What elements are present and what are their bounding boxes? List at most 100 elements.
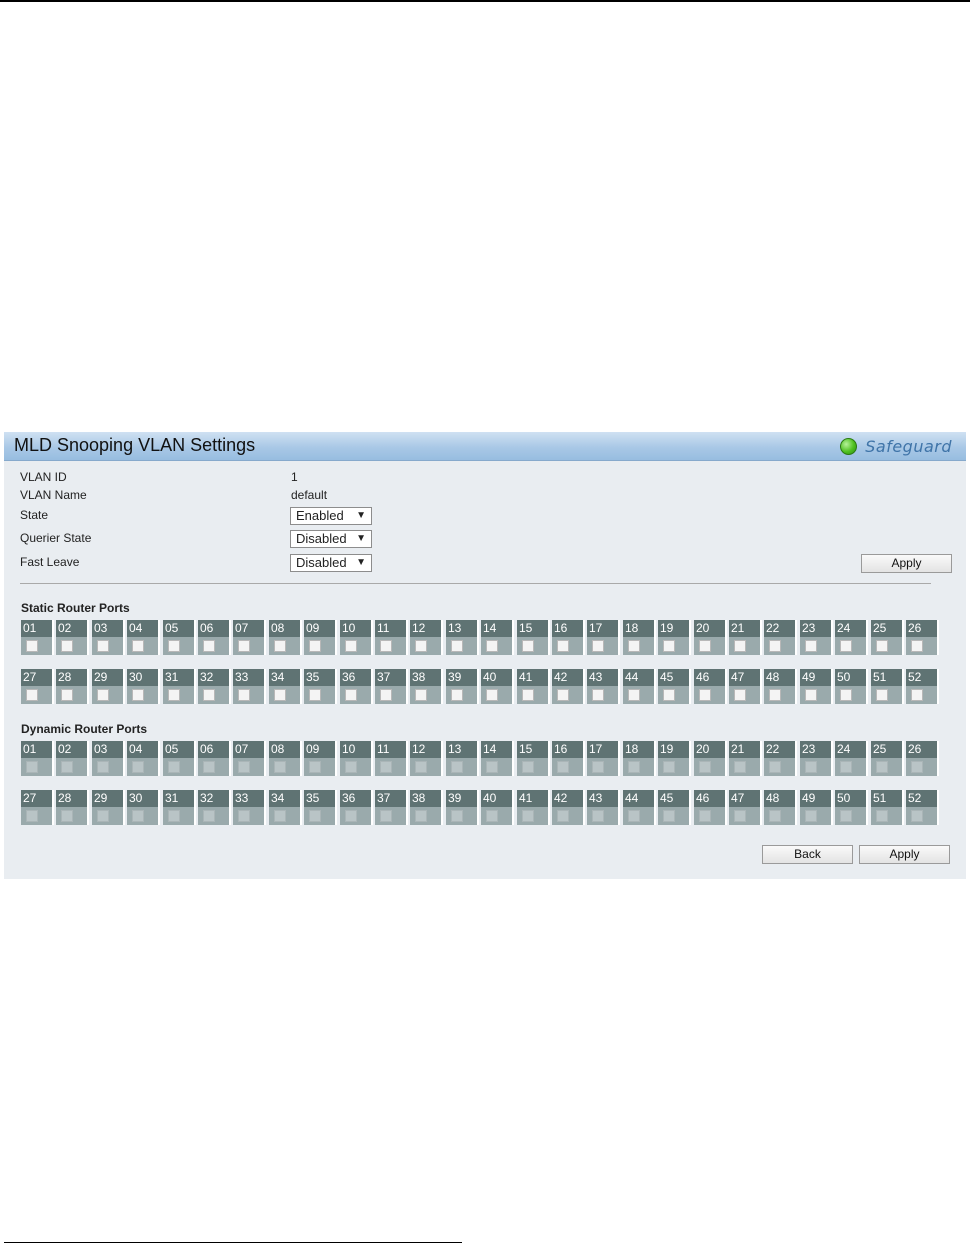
port-number: 11: [375, 620, 408, 637]
port-cell: 27: [21, 790, 54, 825]
port-checkbox[interactable]: [769, 689, 781, 701]
port-checkbox-cell: [906, 686, 939, 704]
fast-leave-select[interactable]: Disabled ▼: [290, 554, 372, 572]
port-checkbox[interactable]: [380, 640, 392, 652]
port-checkbox-cell: [375, 758, 408, 776]
port-number: 34: [269, 669, 302, 686]
port-checkbox[interactable]: [911, 640, 923, 652]
port-checkbox[interactable]: [840, 689, 852, 701]
port-checkbox-cell: [694, 686, 727, 704]
port-number: 42: [552, 790, 585, 807]
port-checkbox[interactable]: [203, 689, 215, 701]
back-button[interactable]: Back: [762, 845, 853, 864]
port-checkbox-cell: [729, 758, 762, 776]
port-number: 20: [694, 620, 727, 637]
port-checkbox[interactable]: [805, 689, 817, 701]
port-checkbox[interactable]: [132, 689, 144, 701]
port-checkbox: [592, 810, 604, 822]
port-checkbox-cell: [304, 637, 337, 655]
port-checkbox: [628, 761, 640, 773]
dynamic-router-ports-title: Dynamic Router Ports: [21, 722, 148, 736]
divider: [20, 583, 931, 584]
port-checkbox[interactable]: [451, 689, 463, 701]
port-checkbox[interactable]: [274, 689, 286, 701]
port-checkbox[interactable]: [168, 640, 180, 652]
port-number: 43: [587, 669, 620, 686]
port-checkbox[interactable]: [345, 689, 357, 701]
port-checkbox: [557, 761, 569, 773]
port-number: 38: [410, 790, 443, 807]
port-checkbox[interactable]: [309, 689, 321, 701]
port-checkbox: [345, 810, 357, 822]
port-checkbox[interactable]: [734, 689, 746, 701]
port-checkbox[interactable]: [840, 640, 852, 652]
port-checkbox[interactable]: [734, 640, 746, 652]
apply-top-button[interactable]: Apply: [861, 554, 952, 573]
port-checkbox[interactable]: [238, 640, 250, 652]
port-checkbox[interactable]: [522, 689, 534, 701]
querier-state-select[interactable]: Disabled ▼: [290, 530, 372, 548]
port-cell: 14: [481, 620, 514, 655]
port-number: 38: [410, 669, 443, 686]
port-number: 12: [410, 620, 443, 637]
port-checkbox[interactable]: [380, 689, 392, 701]
port-checkbox[interactable]: [522, 640, 534, 652]
port-checkbox[interactable]: [557, 689, 569, 701]
port-checkbox: [61, 761, 73, 773]
port-checkbox[interactable]: [628, 640, 640, 652]
port-checkbox[interactable]: [26, 640, 38, 652]
port-checkbox[interactable]: [415, 689, 427, 701]
port-checkbox-cell: [694, 637, 727, 655]
port-checkbox[interactable]: [592, 689, 604, 701]
port-checkbox[interactable]: [345, 640, 357, 652]
port-checkbox-cell: [269, 758, 302, 776]
port-checkbox[interactable]: [486, 640, 498, 652]
port-checkbox[interactable]: [699, 689, 711, 701]
safeguard-indicator[interactable]: Safeguard: [840, 436, 952, 456]
port-checkbox[interactable]: [309, 640, 321, 652]
port-checkbox[interactable]: [628, 689, 640, 701]
port-checkbox[interactable]: [168, 689, 180, 701]
port-cell: 52: [906, 790, 939, 825]
port-cell: 16: [552, 741, 585, 776]
port-number: 18: [623, 741, 656, 758]
port-checkbox[interactable]: [699, 640, 711, 652]
port-number: 26: [906, 620, 939, 637]
port-checkbox[interactable]: [805, 640, 817, 652]
port-checkbox[interactable]: [911, 689, 923, 701]
port-number: 32: [198, 790, 231, 807]
port-checkbox[interactable]: [97, 689, 109, 701]
port-cell: 12: [410, 620, 443, 655]
port-checkbox[interactable]: [238, 689, 250, 701]
port-checkbox[interactable]: [663, 640, 675, 652]
port-checkbox[interactable]: [61, 640, 73, 652]
port-cell: 07: [233, 741, 266, 776]
port-checkbox[interactable]: [451, 640, 463, 652]
port-number: 08: [269, 620, 302, 637]
state-select[interactable]: Enabled ▼: [290, 507, 372, 525]
port-checkbox: [876, 761, 888, 773]
port-number: 04: [127, 741, 160, 758]
port-checkbox: [309, 810, 321, 822]
port-checkbox[interactable]: [876, 689, 888, 701]
port-checkbox[interactable]: [592, 640, 604, 652]
state-label: State: [20, 508, 49, 522]
port-checkbox[interactable]: [663, 689, 675, 701]
port-checkbox[interactable]: [26, 689, 38, 701]
port-checkbox[interactable]: [415, 640, 427, 652]
port-checkbox[interactable]: [97, 640, 109, 652]
port-checkbox[interactable]: [132, 640, 144, 652]
port-cell: 18: [623, 620, 656, 655]
port-cell: 37: [375, 790, 408, 825]
port-checkbox[interactable]: [557, 640, 569, 652]
port-checkbox-cell: [446, 637, 479, 655]
port-checkbox[interactable]: [486, 689, 498, 701]
port-checkbox[interactable]: [61, 689, 73, 701]
port-checkbox[interactable]: [274, 640, 286, 652]
apply-bottom-button[interactable]: Apply: [859, 845, 950, 864]
port-checkbox[interactable]: [203, 640, 215, 652]
port-checkbox[interactable]: [876, 640, 888, 652]
port-checkbox-cell: [587, 637, 620, 655]
port-cell: 38: [410, 669, 443, 704]
port-checkbox[interactable]: [769, 640, 781, 652]
